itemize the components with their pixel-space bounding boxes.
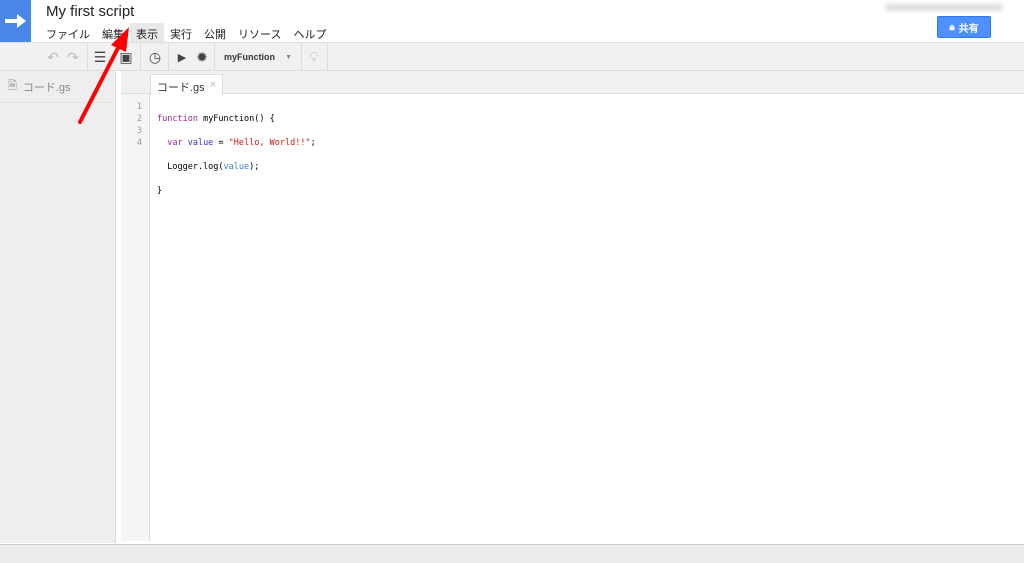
function-select[interactable]: myFunction ▼ <box>218 46 298 68</box>
tab-code-gs[interactable]: コード.gs × <box>150 74 224 95</box>
editor-tabbar: コード.gs × <box>121 71 1024 95</box>
run-icon[interactable]: ▶ <box>174 46 190 68</box>
lock-icon: 🔒︎ <box>949 21 955 33</box>
apps-script-logo[interactable] <box>0 0 31 42</box>
line-number-gutter: 1 2 3 4 <box>121 94 150 541</box>
toolbar: ↶ ↷ ☰ ▣ ◷ ▶ ✹ myFunction ▼ 💡︎ <box>0 42 1024 71</box>
indent-icon[interactable]: ☰ <box>92 46 108 68</box>
triggers-clock-icon[interactable]: ◷ <box>146 46 164 68</box>
status-bar <box>0 544 1024 563</box>
code-line: var value = "Hello, World!!"; <box>157 138 316 148</box>
code-line: } <box>157 186 163 196</box>
code-editor[interactable]: function myFunction() { var value = "Hel… <box>157 101 316 209</box>
save-icon[interactable]: ▣ <box>118 46 134 68</box>
debug-bug-icon[interactable]: ✹ <box>194 46 210 68</box>
share-button[interactable]: 🔒︎ 共有 <box>937 16 991 38</box>
lightbulb-icon[interactable]: 💡︎ <box>305 46 323 68</box>
redo-icon[interactable]: ↷ <box>65 46 81 68</box>
file-sidebar: 🗎 コード.gs <box>0 71 116 543</box>
chevron-down-icon: ▼ <box>285 53 292 61</box>
code-line: function myFunction() { <box>157 114 275 124</box>
file-item[interactable]: 🗎 コード.gs <box>0 71 115 103</box>
account-email-blurred <box>885 4 1003 11</box>
code-line: Logger.log(value); <box>157 162 260 172</box>
project-title[interactable]: My first script <box>46 3 134 20</box>
document-icon: 🗎 <box>8 80 17 92</box>
arrow-right-icon <box>4 14 26 28</box>
close-icon[interactable]: × <box>210 79 216 91</box>
undo-icon[interactable]: ↶ <box>45 46 61 68</box>
